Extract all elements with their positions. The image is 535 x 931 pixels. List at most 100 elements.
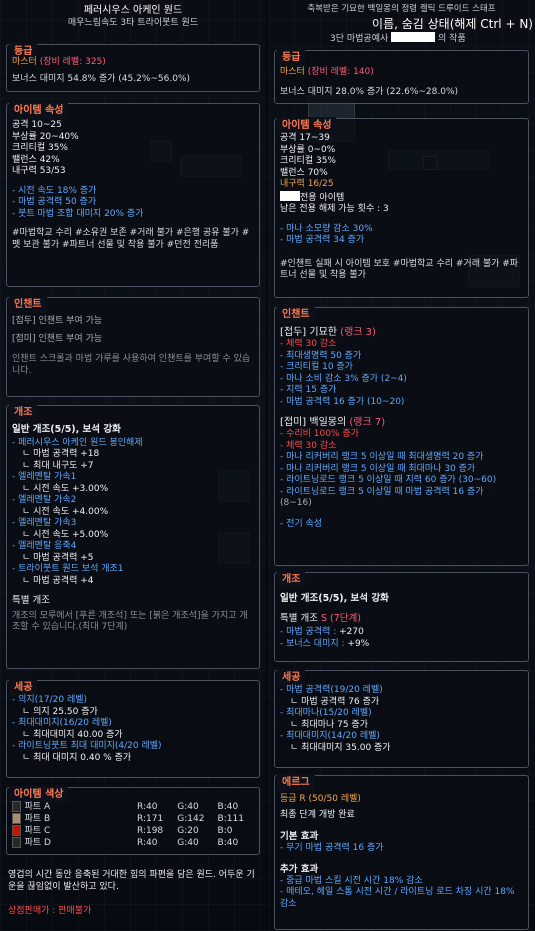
item-name: 페러시우스 아케인 원드 <box>83 5 183 16</box>
erg-extra-title: 추가 효과 <box>280 864 319 875</box>
special-reforge-note: 개조의 모루에서 [푸른 개조석] 또는 [붉은 개조석]을 가지고 개조할 수… <box>12 610 248 633</box>
item-properties-section: 아이템 속성 공격 17~39 부상률 0~0% 크리티컬 35% 밸런스 70… <box>274 117 529 298</box>
reforge-line: - 트라이붓트 원드 보석 개조1 <box>12 564 124 574</box>
item-crafter: 3단 마법공예사 의 작품 <box>268 32 535 46</box>
erg-grade: 등급 R (50/50 레벨) <box>280 794 361 804</box>
artisan-list: - 의지(17/20 레벨) ㄴ 의지 25.50 증가 - 최대대미지(16/20… <box>12 695 255 764</box>
color-red: R:40 <box>136 802 158 812</box>
color-green: G:40 <box>177 802 199 812</box>
level-requirement: (장비 레벨: 325) <box>39 57 106 67</box>
item-tags: #마법학교 수리 #소유권 보존 #거래 불가 #은행 공유 불가 #펫 보관 … <box>12 228 250 250</box>
enchant-effect-line: - 체력 30 감소 <box>280 440 337 451</box>
item-lore: 영겁의 시간 동안 응축된 거대한 힘의 파편을 담은 원드. 어두운 기운을 … <box>8 870 255 892</box>
item-type: 매우느림속도 3타 트라이붓트 원드 <box>67 18 199 28</box>
erg-basic-effect: - 무기 마법 공격력 16 증가 <box>280 842 384 853</box>
element-attribute: - 전기 속성 <box>280 518 323 529</box>
item-color-section: 아이템 색상 파트 A R:40 G:40 B:40 파트 B R:171 G:142 B:1… <box>6 786 260 855</box>
redacted-owner <box>280 190 300 201</box>
enchant-suffix-rank: (랭크 7) <box>349 417 386 428</box>
enchant-prefix-rank: (랭크 3) <box>340 327 376 338</box>
color-part-name: 파트 C <box>24 826 51 836</box>
stat-line: 공격 10~25 <box>12 120 62 130</box>
reforge-line: - 엘레멘탈 가속3 <box>12 518 77 528</box>
color-part-row: 파트 C R:198 G:20 B:0 <box>12 825 255 837</box>
item-header: 페러시우스 아케인 원드 매우느림속도 3타 트라이붓트 원드 <box>0 4 266 30</box>
section-title: 등급 <box>277 49 306 66</box>
enchant-suffix-effects: - 수리비 100% 증가 - 체력 30 감소 - 마나 리커버리 랭크 5 이상… <box>280 429 524 510</box>
name-hide-toggle[interactable]: 이름, 숨김 상태(해제 Ctrl + N) <box>268 16 535 32</box>
section-title: 아이템 속성 <box>9 102 69 119</box>
enchant-effect-line: - 라이트닝로드 랭크 5 이상일 때 마법 공격력 16 증가 <box>280 486 484 497</box>
artisan-line: - 마법 공격력(19/20 레벨) <box>280 685 383 695</box>
enchant-effect-line: - 지력 15 증가 <box>280 385 337 395</box>
stat-line: 밸런스 42% <box>12 154 60 165</box>
stat-line: 밸런스 70% <box>280 167 328 178</box>
section-title: 개조 <box>277 571 306 588</box>
artisan-line: ㄴ 의지 25.50 증가 <box>22 706 98 717</box>
enchant-effect-line: - 마나 리커버리 랭크 5 이상일 때 최대마나 30 증가 <box>280 463 476 474</box>
enchant-prefix-effects: - 체력 30 감소 - 최대생명력 50 증가 - 크리티컬 10 증가 - 마나 … <box>280 339 524 408</box>
color-part-row: 파트 B R:171 G:142 B:111 <box>12 813 255 825</box>
enchant-effect-line: - 마나 소비 감소 3% 증가 (2~4) <box>280 373 407 384</box>
enchant-effect-line: - 라이트닝로드 랭크 5 이상일 때 지력 60 증가 (30~60) <box>280 475 497 485</box>
artisan-line: - 최대대미지(14/20 레벨) <box>280 731 380 741</box>
grade-rank: 마스터 <box>12 57 37 67</box>
color-red: R:171 <box>136 814 164 824</box>
color-red: R:198 <box>136 826 164 836</box>
artisan-line: - 라이트닝붓트 최대 대미지(4/20 레벨) <box>12 741 162 751</box>
artisan-line: ㄴ 마법 공격력 76 증가 <box>290 696 380 707</box>
effect-line: - 마법 공격력 34 증가 <box>280 235 365 245</box>
special-reforge-line: - 마법 공격력 : +270 <box>280 627 524 639</box>
item-properties-section: 아이템 속성 공격 10~25 부상률 20~40% 크리티컬 35% 밸런스 … <box>6 102 260 287</box>
enchant-effect-line: - 체력 30 감소 <box>280 339 337 349</box>
exclusive-release-count: 남은 전용 해제 가능 횟수 : 3 <box>280 204 389 214</box>
effect-line: - 붓트 마법 조합 대미지 20% 증가 <box>12 208 144 219</box>
reforge-list: - 페러시우스 아케인 원드 봉인해제 ㄴ 마법 공격력 +18 ㄴ 최대 내구도 … <box>12 438 255 588</box>
reforge-line: - 엘레멘탈 가속2 <box>12 495 77 505</box>
item-tags: #인챈트 실패 시 아이템 보호 #마법학교 수리 #거래 불가 #파트너 선물… <box>280 258 519 281</box>
stat-line: 공격 17~39 <box>280 133 330 143</box>
erg-section: 에르그 등급 R (50/50 레벨) 최종 단계 개방 완료 기본 효과 - … <box>274 774 529 930</box>
color-swatch <box>12 801 21 812</box>
enchant-effect-line: - 수리비 100% 증가 <box>280 429 359 439</box>
enchant-effect-line: - 크리티컬 10 증가 <box>280 362 353 372</box>
enchant-section: 인챈트 [접두] 인챈트 부여 가능 [접미] 인챈트 부여 가능 인챈트 스크… <box>6 296 260 397</box>
artisan-section: 세공 - 마법 공격력(19/20 레벨) ㄴ 마법 공격력 76 증가 - 최대마… <box>274 669 529 768</box>
section-title: 개조 <box>9 404 38 421</box>
grade-section: 등급 마스터 (장비 레벨: 140) 보너스 대미지 28.0% 증가 (22… <box>274 49 529 104</box>
special-reforge-key: - 마법 공격력 : <box>280 627 340 637</box>
color-blue: B:111 <box>217 814 244 824</box>
artisan-line: - 의지(17/20 레벨) <box>12 695 88 705</box>
erg-extra-effect: - 메테오, 헤일 스톰 시전 시간 / 라이트닝 로드 차징 시간 18% 감… <box>280 887 515 909</box>
enchant-effect-line: (8~16) <box>280 498 312 508</box>
color-part-name: 파트 A <box>24 802 51 812</box>
reforge-line: ㄴ 시전 속도 +3.00% <box>22 483 109 494</box>
reforge-general: 일반 개조(5/5), 보석 강화 <box>12 424 121 435</box>
durability: 내구력 16/25 <box>280 179 334 189</box>
color-blue: B:40 <box>217 802 239 812</box>
reforge-line: ㄴ 마법 공격력 +4 <box>22 575 94 586</box>
artisan-line: ㄴ 최대대미지 35.00 증가 <box>290 742 391 753</box>
left-item-tooltip: 페러시우스 아케인 원드 매우느림속도 3타 트라이붓트 원드 등급 마스터 (… <box>0 0 266 931</box>
color-part-row: 파트 A R:40 G:40 B:40 <box>12 801 255 813</box>
section-title: 세공 <box>277 669 306 686</box>
enchant-suffix: [접미] 인챈트 부여 가능 <box>12 334 103 344</box>
color-swatch <box>12 837 21 848</box>
effect-line: - 시전 속도 18% 증가 <box>12 185 97 196</box>
shop-price: 상점판매가 : 판매불가 <box>8 906 91 918</box>
artisan-section: 세공 - 의지(17/20 레벨) ㄴ 의지 25.50 증가 - 최대대미지(16… <box>6 679 260 778</box>
effect-line: - 마법 공격력 50 증가 <box>12 197 97 207</box>
color-blue: B:40 <box>217 838 239 848</box>
section-title: 인챈트 <box>9 296 47 313</box>
stat-line: 크리티컬 35% <box>280 156 336 166</box>
color-green: G:40 <box>177 838 199 848</box>
color-part-name: 파트 B <box>24 814 51 824</box>
reforge-line: - 엘레멘탈 가속1 <box>12 472 77 482</box>
reforge-line: ㄴ 마법 공격력 +5 <box>22 552 94 563</box>
section-title: 세공 <box>9 679 38 696</box>
erg-final-stage: 최종 단계 개방 완료 <box>280 809 355 820</box>
reforge-line: ㄴ 시전 속도 +5.00% <box>22 529 109 540</box>
color-green: G:142 <box>177 814 205 824</box>
reforge-line: ㄴ 시전 속도 +4.00% <box>22 506 109 517</box>
stat-line: 부상률 0~0% <box>280 144 336 155</box>
